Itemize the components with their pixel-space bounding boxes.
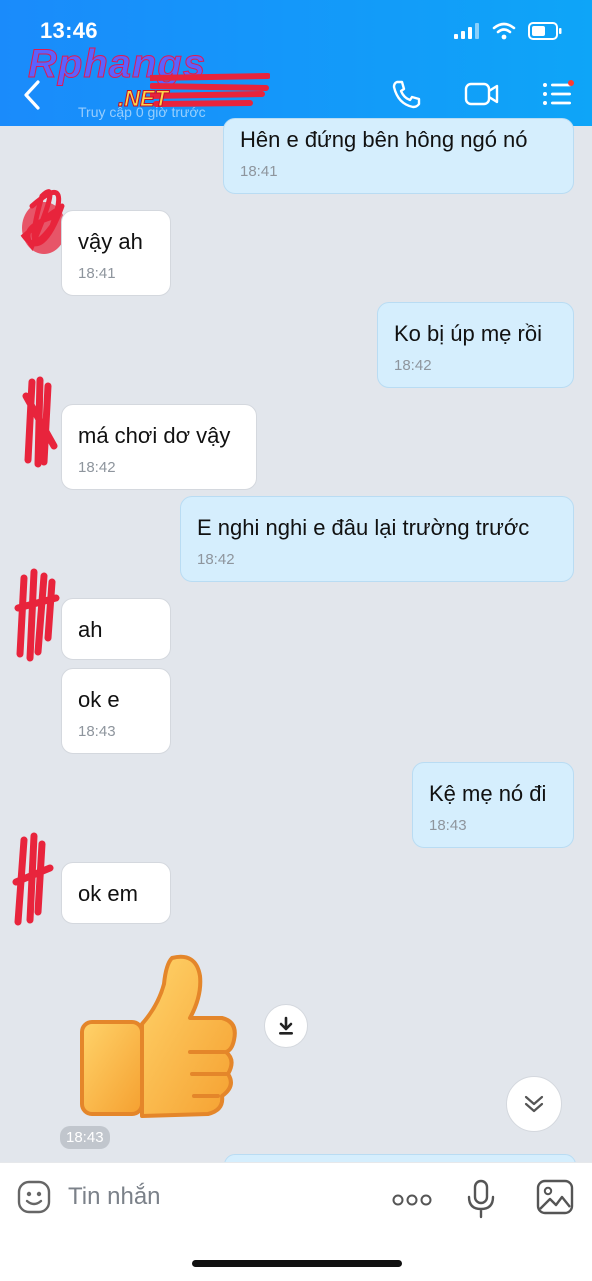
video-call-icon[interactable]: [464, 80, 500, 108]
message-text: Hên e đứng bên hông ngó nó: [240, 127, 528, 152]
message-text: E nghi nghi e đâu lại trường trước: [197, 515, 530, 540]
wifi-icon: [492, 22, 516, 40]
message-time: 18:41: [240, 163, 278, 180]
double-chevron-down-icon: [524, 1095, 544, 1113]
message-text: vậy ah: [78, 229, 143, 254]
message-bubble-outgoing[interactable]: Hên e đứng bên hông ngó nó 18:41: [223, 118, 574, 194]
thumbs-up-sticker-icon[interactable]: [72, 950, 240, 1122]
message-text: ah: [78, 617, 103, 642]
message-bubble-outgoing[interactable]: Ko bị úp mẹ rồi 18:42: [377, 302, 574, 388]
last-seen-text: Truy cập 0 giờ trước: [78, 104, 206, 120]
message-text: má chơi dơ vậy: [78, 423, 231, 448]
message-time: 18:43: [78, 723, 116, 740]
message-bubble-incoming[interactable]: ok e 18:43: [61, 668, 171, 754]
avatar-redacted: [14, 568, 60, 662]
message-text: Kệ mẹ nó đi: [429, 781, 547, 806]
message-time: 18:42: [394, 357, 432, 374]
message-time: 18:42: [197, 551, 235, 568]
more-options-icon[interactable]: [392, 1193, 432, 1207]
message-bubble-incoming[interactable]: ah: [61, 598, 171, 660]
phone-icon[interactable]: [390, 78, 422, 110]
download-icon: [279, 1016, 293, 1035]
message-text: Ko bị úp mẹ rồi: [394, 321, 542, 346]
status-icons: [454, 22, 562, 40]
message-text: ok e: [78, 687, 120, 712]
image-icon[interactable]: [536, 1179, 574, 1215]
sticker-time: 18:43: [60, 1126, 110, 1149]
home-indicator: [192, 1260, 402, 1267]
message-time: 18:43: [429, 817, 467, 834]
battery-icon: [528, 22, 562, 40]
message-time: 18:41: [78, 265, 116, 282]
message-time: 18:42: [78, 459, 116, 476]
microphone-icon[interactable]: [466, 1179, 496, 1219]
chat-header: 13:46 Rphangs .NET Truy cập 0 giờ trước: [0, 0, 592, 126]
message-text: ok em: [78, 881, 138, 906]
message-bubble-outgoing[interactable]: E nghi nghi e đâu lại trường trước 18:42: [180, 496, 574, 582]
message-bubble-outgoing[interactable]: Kệ mẹ nó đi 18:43: [412, 762, 574, 848]
download-button[interactable]: [264, 1004, 308, 1048]
menu-icon[interactable]: [542, 80, 574, 108]
emoji-icon[interactable]: [16, 1179, 52, 1215]
message-input[interactable]: Tin nhắn: [68, 1183, 161, 1211]
avatar-redacted: [12, 832, 54, 926]
signal-icon: [454, 23, 479, 39]
message-bubble-incoming[interactable]: má chơi dơ vậy 18:42: [61, 404, 257, 490]
scroll-to-bottom-button[interactable]: [506, 1076, 562, 1132]
avatar-redacted: [22, 376, 58, 468]
message-bubble-incoming[interactable]: vậy ah 18:41: [61, 210, 171, 296]
header-actions: [390, 78, 574, 110]
message-bubble-incoming[interactable]: ok em: [61, 862, 171, 924]
status-time: 13:46: [40, 18, 98, 43]
